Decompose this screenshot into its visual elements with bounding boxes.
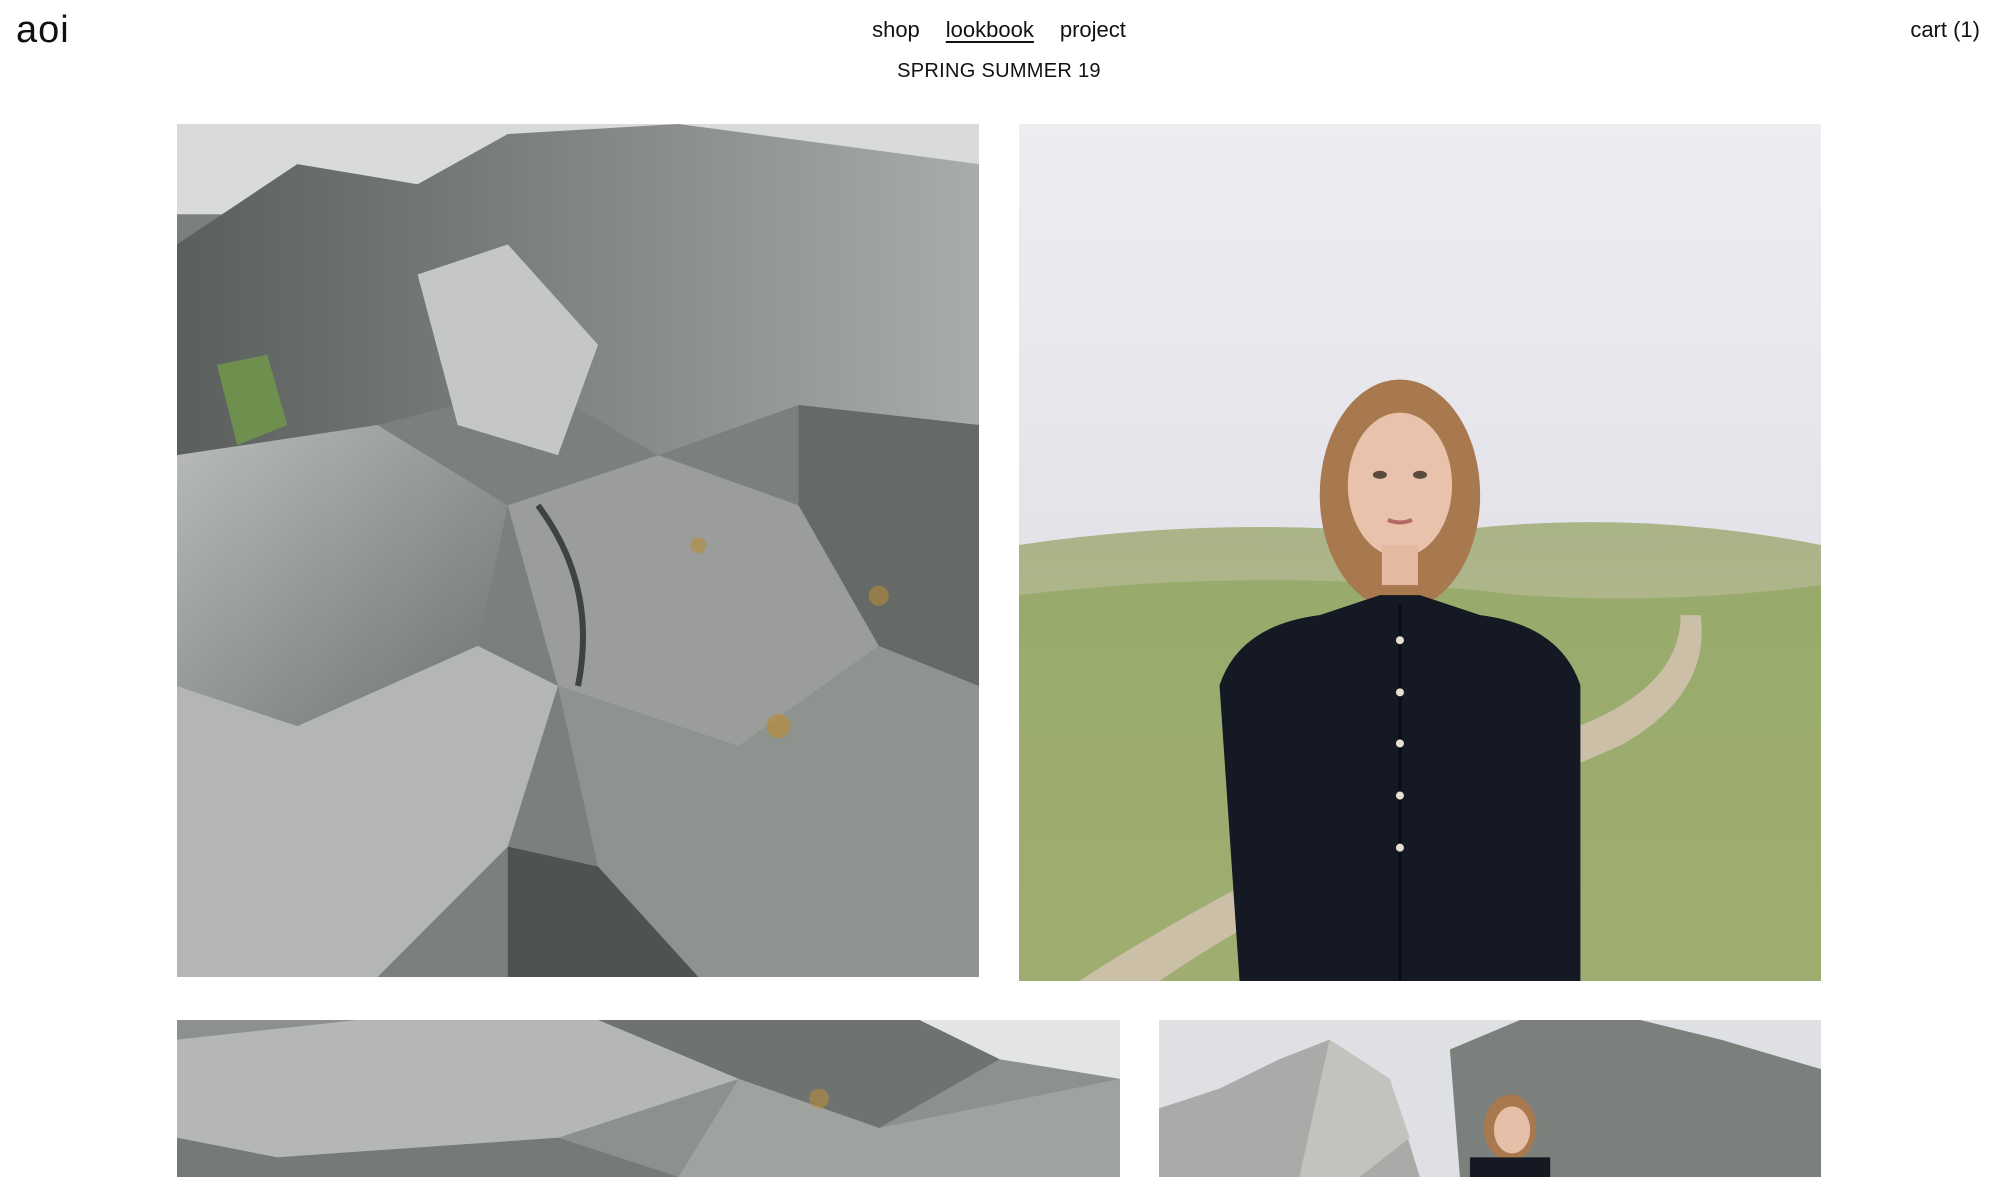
lookbook-photo-rocks-2[interactable]	[177, 1020, 1120, 1177]
lookbook-photo-model-rocks[interactable]	[1159, 1020, 1821, 1177]
lookbook-photo-model[interactable]	[1019, 124, 1821, 981]
lookbook-photo-rocks[interactable]	[177, 124, 979, 977]
model-image	[1019, 124, 1821, 981]
rocks-image-2	[177, 1020, 1120, 1177]
cart-link[interactable]: cart (1)	[1910, 14, 1980, 46]
model-rocks-image	[1159, 1020, 1821, 1177]
nav-item-shop[interactable]: shop	[872, 14, 920, 46]
rocks-image	[177, 124, 979, 977]
collection-title: SPRING SUMMER 19	[897, 60, 1101, 82]
nav-item-project[interactable]: project	[1060, 14, 1126, 46]
nav-item-lookbook[interactable]: lookbook	[946, 14, 1034, 46]
main-nav: shop lookbook project	[0, 14, 1998, 46]
lookbook-page: aoi shop lookbook project cart (1) SPRIN…	[0, 0, 1998, 1177]
